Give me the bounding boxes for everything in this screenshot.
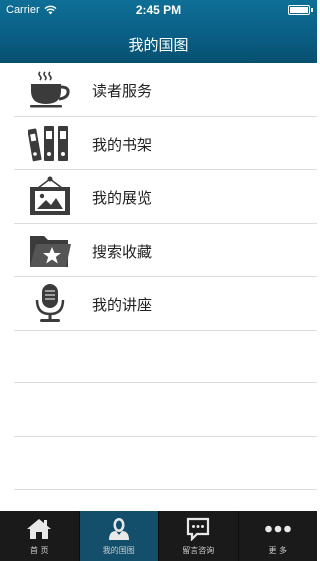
- folder-star-icon: [30, 235, 71, 267]
- tab-label: 留言咨询: [182, 546, 215, 555]
- microphone-icon: [35, 284, 65, 322]
- list-divider: [14, 382, 317, 383]
- chat-bubble-icon: [187, 517, 210, 541]
- tab-label: 更 多: [268, 546, 288, 555]
- binders-icon: [28, 125, 68, 161]
- tab-more[interactable]: 更 多: [239, 511, 318, 561]
- more-dots-icon: [264, 525, 291, 533]
- tab-label: 首 页: [29, 546, 49, 555]
- menu-item-label: 我的展览: [92, 189, 153, 207]
- menu-item-my-bookshelf[interactable]: 我的书架: [14, 117, 317, 170]
- home-icon: [27, 519, 52, 539]
- menu-item-my-lectures[interactable]: 我的讲座: [14, 277, 317, 331]
- tab-message-consult[interactable]: 留言咨询: [159, 511, 239, 561]
- menu-item-reader-services[interactable]: 读者服务: [14, 63, 317, 117]
- status-time: 2:45 PM: [135, 3, 182, 17]
- list-divider: [14, 436, 317, 437]
- picture-frame-icon: [30, 176, 70, 215]
- menu-item-label: 搜索收藏: [92, 242, 153, 261]
- page-title: 我的国图: [128, 36, 189, 54]
- menu-list: 读者服务 我的书架 我的展览 搜索收藏 我的讲座: [0, 63, 317, 331]
- tab-label: 我的国图: [102, 546, 135, 555]
- user-icon: [108, 518, 129, 540]
- tab-my-library[interactable]: 我的国图: [79, 511, 159, 561]
- menu-item-label: 我的书架: [92, 135, 153, 154]
- header-bar: Carrier 2:45 PM 我的国图: [0, 0, 317, 63]
- menu-item-my-exhibitions[interactable]: 我的展览: [14, 170, 317, 224]
- tab-bar: 首 页 我的国图 留言咨询 更 多: [0, 511, 317, 561]
- coffee-cup-icon: [30, 71, 70, 108]
- menu-item-search-favorites[interactable]: 搜索收藏: [14, 224, 317, 277]
- list-divider: [14, 489, 317, 490]
- battery-icon: [288, 5, 313, 15]
- tab-home[interactable]: 首 页: [0, 511, 80, 561]
- status-bar: Carrier 2:45 PM: [0, 0, 317, 20]
- menu-item-label: 我的讲座: [92, 296, 153, 314]
- menu-item-label: 读者服务: [92, 82, 153, 100]
